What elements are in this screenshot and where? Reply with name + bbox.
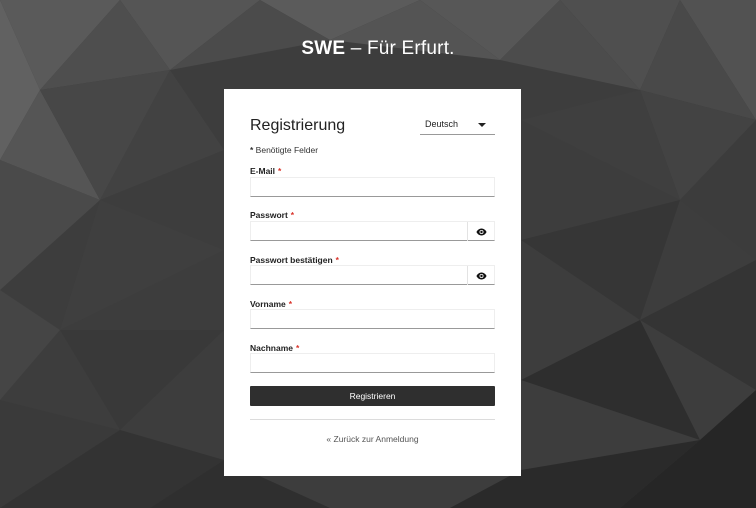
password-label-text: Passwort <box>250 210 288 220</box>
required-marker: * <box>278 166 282 176</box>
confirm-password-label-text: Passwort bestätigen <box>250 255 333 265</box>
required-fields-note: * Benötigte Felder <box>250 145 318 155</box>
email-label-text: E-Mail <box>250 166 276 176</box>
password-label: Passwort * <box>250 210 294 220</box>
required-marker: * <box>288 299 293 309</box>
brand-name: SWE <box>301 38 346 59</box>
confirm-password-label: Passwort bestätigen * <box>250 255 339 265</box>
last-name-label: Nachname * <box>250 343 299 353</box>
email-label: E-Mail * <box>250 166 281 176</box>
language-select-value: Deutsch <box>425 119 459 129</box>
confirm-password-visibility-toggle[interactable] <box>467 266 494 285</box>
registration-card: Registrierung Deutsch * Benötigte Felder… <box>224 89 521 476</box>
password-visibility-toggle[interactable] <box>467 222 494 241</box>
page-title: Registrierung <box>250 117 346 134</box>
brand-header: SWE – Für Erfurt. <box>0 38 756 60</box>
caret-down-icon <box>478 123 486 127</box>
last-name-field[interactable] <box>250 353 495 373</box>
last-name-label-text: Nachname <box>250 343 293 353</box>
brand-tagline: – Für Erfurt. <box>345 38 455 59</box>
first-name-field[interactable] <box>250 309 495 329</box>
required-marker: * <box>335 255 339 265</box>
required-marker: * <box>296 343 300 353</box>
required-note-text: Benötigte Felder <box>253 145 319 155</box>
eye-icon <box>476 228 486 235</box>
first-name-label-text: Vorname <box>250 299 286 309</box>
back-to-login-link[interactable]: « Zurück zur Anmeldung <box>224 434 521 444</box>
required-marker: * <box>290 210 295 220</box>
divider <box>250 419 495 420</box>
card-header: Registrierung Deutsch <box>250 116 495 136</box>
register-button[interactable]: Registrieren <box>250 386 495 406</box>
confirm-password-field[interactable] <box>250 265 495 285</box>
language-select[interactable]: Deutsch <box>420 116 495 135</box>
password-field[interactable] <box>250 221 495 241</box>
eye-icon <box>476 272 486 279</box>
email-field[interactable] <box>250 177 495 197</box>
first-name-label: Vorname * <box>250 299 292 309</box>
